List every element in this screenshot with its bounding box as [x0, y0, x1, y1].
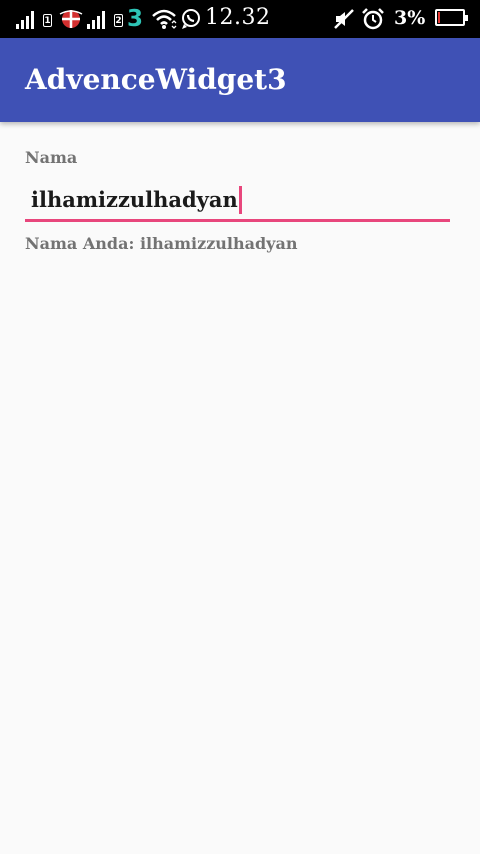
sim2-badge: 2 [114, 14, 123, 27]
battery-percent: 3% [394, 7, 426, 29]
wifi-icon [152, 9, 177, 29]
whatsapp-icon [182, 9, 200, 29]
carrier-logo-icon [59, 10, 83, 28]
app-bar: AdvenceWidget3 [0, 38, 480, 122]
alarm-icon [362, 8, 384, 30]
app-title: AdvenceWidget3 [25, 63, 287, 96]
input-underline [25, 219, 450, 222]
nama-input[interactable]: ilhamizzulhadyan [25, 180, 450, 222]
nama-field-label: Nama [25, 148, 78, 167]
nama-input-value[interactable]: ilhamizzulhadyan [31, 187, 238, 212]
battery-icon [435, 9, 468, 26]
sim1-badge: 1 [43, 14, 52, 27]
nama-input-value-container[interactable]: ilhamizzulhadyan [31, 186, 242, 214]
battery-fill [438, 12, 440, 23]
status-clock: 12.32 [205, 5, 271, 30]
text-cursor [238, 186, 242, 214]
nama-result-text: Nama Anda: ilhamizzulhadyan [25, 234, 298, 253]
mute-icon [334, 9, 354, 29]
signal-icon [87, 9, 105, 29]
status-bar: 1 2 3 12.32 3% [0, 0, 480, 38]
signal-icon [16, 9, 34, 29]
carrier-3-logo: 3 [127, 6, 144, 32]
